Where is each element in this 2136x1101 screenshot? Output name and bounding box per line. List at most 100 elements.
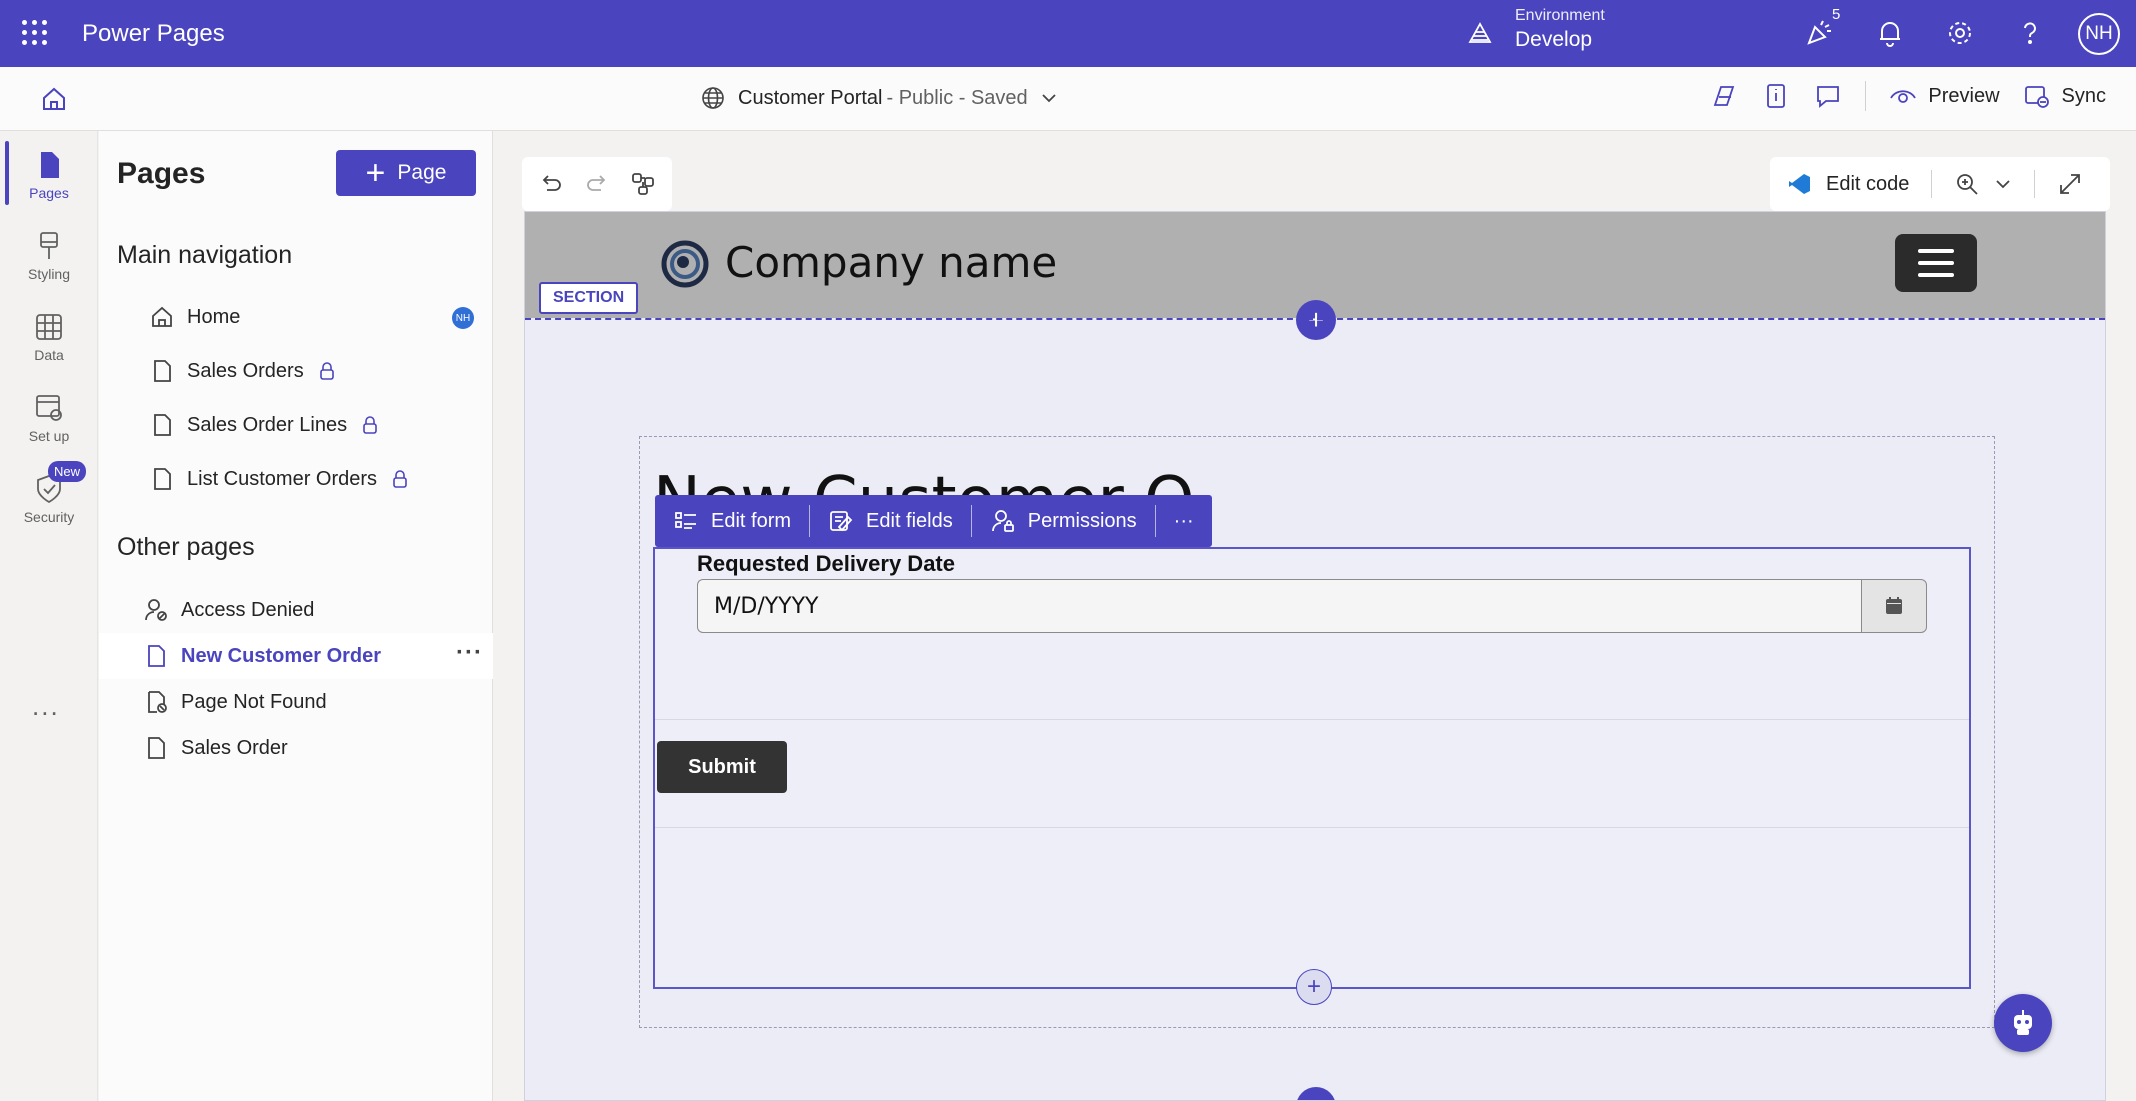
rail-label: Security	[23, 509, 75, 525]
lock-icon	[319, 362, 334, 380]
nav-item-sales-order-lines[interactable]: Sales Order Lines	[99, 402, 493, 448]
add-page-button[interactable]: + Page	[336, 150, 476, 196]
nav-item-sales-orders[interactable]: Sales Orders	[99, 348, 493, 394]
chevron-down-icon	[1042, 94, 1056, 103]
panel-title: Pages	[117, 157, 206, 190]
page-icon	[154, 414, 171, 436]
celebrate-icon[interactable]	[1803, 17, 1835, 49]
more-options-icon[interactable]: ···	[456, 639, 483, 667]
lock-icon	[363, 416, 377, 434]
copilot-bot-icon[interactable]	[1994, 994, 2052, 1052]
sync-label: Sync	[2061, 84, 2106, 107]
permissions-button[interactable]: Permissions	[972, 495, 1155, 547]
expand-icon[interactable]	[2057, 171, 2083, 197]
nav-item-page-not-found[interactable]: Page Not Found	[99, 679, 493, 725]
section-tag[interactable]: SECTION	[539, 282, 639, 314]
lock-icon	[393, 470, 407, 488]
calendar-icon	[1886, 597, 1902, 614]
hamburger-menu-icon[interactable]	[1895, 234, 1977, 292]
site-status: - Public - Saved	[886, 86, 1028, 109]
person-blocked-icon	[145, 599, 167, 621]
notification-count: 5	[1832, 6, 1841, 23]
canvas-toolbar: Edit code	[1770, 157, 2110, 211]
nav-item-label: Page Not Found	[181, 690, 327, 713]
nav-item-label: List Customer Orders	[187, 467, 378, 490]
preview-label: Preview	[1928, 84, 2000, 107]
home-icon	[152, 306, 172, 327]
design-canvas: Edit code Company name SECTION + New Cus…	[494, 131, 2136, 1101]
rail-item-data[interactable]: Data	[0, 297, 98, 373]
top-bar: Power Pages Environment Develop 5 NH	[0, 0, 2136, 67]
form-component[interactable]: Requested Delivery Date M/D/YYYY Submit	[653, 547, 1971, 989]
edit-code-button[interactable]: Edit code	[1826, 173, 1909, 196]
submit-button[interactable]: Submit	[657, 741, 787, 793]
undo-redo-toolbar	[522, 157, 672, 211]
new-badge: New	[48, 461, 87, 482]
user-badge: NH	[452, 307, 474, 329]
nav-item-list-customer-orders[interactable]: List Customer Orders	[99, 456, 493, 502]
home-icon[interactable]	[40, 85, 68, 113]
gear-icon[interactable]	[1944, 17, 1976, 49]
environment-icon[interactable]	[1466, 20, 1494, 48]
preview-button[interactable]: Preview	[1888, 81, 2000, 111]
comment-icon[interactable]	[1813, 81, 1843, 111]
rail-label: Data	[34, 347, 64, 363]
info-icon[interactable]	[1761, 81, 1791, 111]
page-icon	[148, 737, 165, 759]
field-label: Requested Delivery Date	[697, 551, 955, 576]
chevron-down-icon[interactable]	[1994, 175, 2012, 193]
more-icon: ···	[1173, 509, 1194, 532]
redo-icon[interactable]	[584, 171, 610, 197]
table-icon	[36, 314, 62, 340]
main-navigation-heading: Main navigation	[117, 241, 293, 269]
edit-form-button[interactable]: Edit form	[655, 495, 809, 547]
nav-item-label: Sales Order Lines	[187, 413, 348, 436]
company-logo-icon	[661, 240, 709, 288]
calendar-button[interactable]	[1861, 579, 1927, 633]
left-rail: Pages Styling Data Set up Security New .…	[0, 131, 98, 1101]
user-avatar[interactable]: NH	[2078, 13, 2120, 55]
environment-value[interactable]: Develop	[1515, 28, 1592, 52]
edit-fields-button[interactable]: Edit fields	[810, 495, 971, 547]
setup-icon	[36, 395, 62, 421]
nav-item-access-denied[interactable]: Access Denied	[99, 587, 493, 633]
site-selector[interactable]: Customer Portal - Public - Saved	[700, 85, 1058, 111]
sync-button[interactable]: Sync	[2022, 81, 2106, 111]
date-input[interactable]: M/D/YYYY	[697, 579, 1861, 633]
form-list-icon	[675, 512, 696, 529]
environment-label: Environment	[1515, 7, 1605, 24]
plus-icon: +	[365, 154, 386, 192]
edit-form-label: Edit form	[711, 509, 792, 532]
app-title[interactable]: Power Pages	[82, 20, 225, 48]
bell-icon[interactable]	[1874, 17, 1906, 49]
other-pages-heading: Other pages	[117, 533, 255, 561]
site-name: Customer Portal	[738, 86, 883, 109]
globe-icon	[702, 87, 724, 109]
more-options-button[interactable]: ···	[1156, 495, 1212, 547]
page-preview: Company name SECTION + New Customer Orde…	[524, 211, 2106, 1101]
sitemap-icon[interactable]	[630, 171, 656, 197]
edit-fields-icon	[830, 511, 853, 532]
undo-icon[interactable]	[538, 171, 564, 197]
pages-panel: Pages + Page Main navigation Home NH Sal…	[99, 131, 493, 1101]
add-page-label: Page	[397, 161, 447, 184]
add-component-button[interactable]: +	[1296, 969, 1332, 1005]
nav-item-home[interactable]: Home NH	[99, 294, 493, 340]
more-icon[interactable]: ...	[32, 691, 60, 722]
brush-icon	[40, 232, 58, 259]
nav-item-sales-order[interactable]: Sales Order	[99, 725, 493, 771]
form-toolbar: Edit form Edit fields Permissions ···	[655, 495, 1212, 547]
zoom-icon[interactable]	[1954, 171, 1980, 197]
page-not-found-icon	[148, 691, 167, 713]
page-icon	[154, 468, 171, 490]
permissions-label: Permissions	[1027, 509, 1137, 532]
app-launcher-icon[interactable]	[22, 20, 48, 46]
copilot-icon[interactable]	[1709, 81, 1739, 111]
divider	[1931, 170, 1933, 198]
rail-item-styling[interactable]: Styling	[0, 216, 98, 292]
rail-item-setup[interactable]: Set up	[0, 378, 98, 454]
page-icon	[41, 152, 59, 178]
nav-item-new-customer-order[interactable]: New Customer Order ···	[99, 633, 493, 679]
help-icon[interactable]	[2014, 17, 2046, 49]
rail-item-pages[interactable]: Pages	[0, 135, 98, 211]
